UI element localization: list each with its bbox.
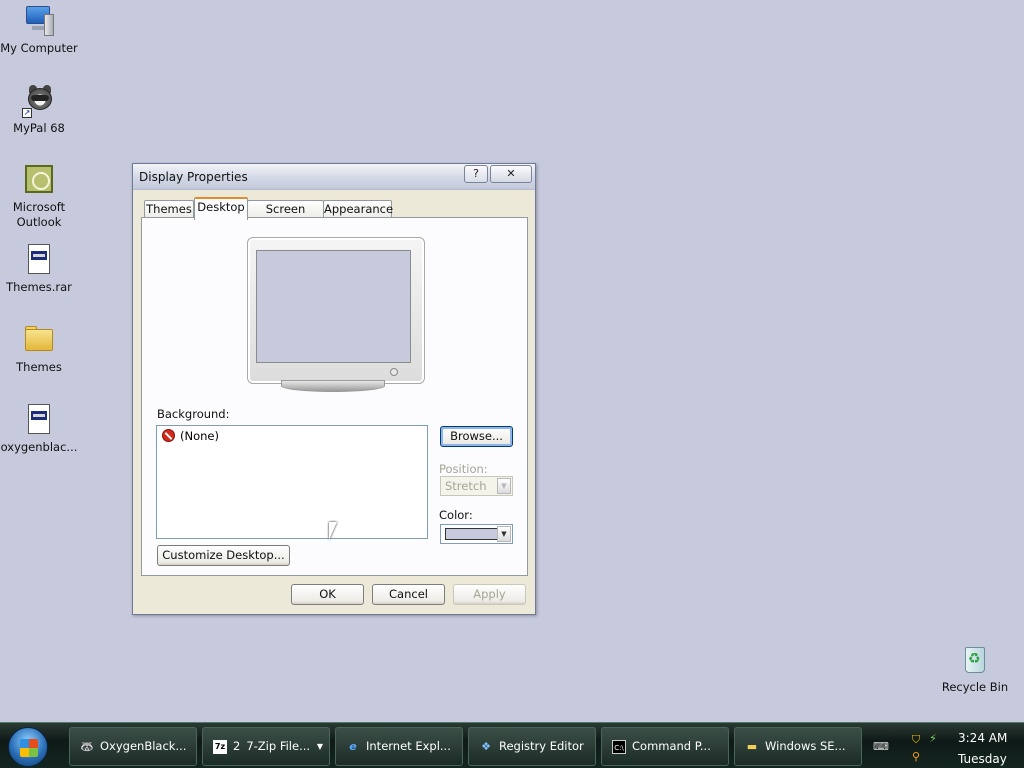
- cancel-button[interactable]: Cancel: [372, 584, 445, 605]
- monitor-preview-screen: [256, 250, 411, 363]
- tab-strip: Themes Desktop Screen Saver Appearance: [142, 197, 532, 232]
- start-button[interactable]: [8, 727, 48, 767]
- taskbar-item-registry-editor[interactable]: ❖ Registry Editor: [468, 727, 596, 766]
- desktop-icon-label: MyPal 68: [13, 121, 65, 135]
- taskbar-item-label: 7-Zip File...: [246, 739, 311, 753]
- color-swatch: [445, 528, 499, 540]
- taskbar-item-internet-explorer[interactable]: e Internet Expl...: [335, 727, 463, 766]
- taskbar: 🦝 OxygenBlack... 7z 2 7-Zip File... ▼ e Inte…: [0, 722, 1024, 768]
- keyboard-icon[interactable]: ⌨: [873, 741, 889, 753]
- desktop-icon-recycle-bin[interactable]: Recycle Bin: [935, 643, 1015, 695]
- prohibited-icon: [162, 429, 175, 442]
- apply-button[interactable]: Apply: [453, 584, 526, 605]
- customize-desktop-button[interactable]: Customize Desktop...: [157, 545, 290, 566]
- help-button[interactable]: ?: [464, 165, 488, 183]
- background-listbox[interactable]: (None): [156, 425, 428, 539]
- display-properties-dialog: Display Properties ? ✕ Themes Desktop Sc…: [132, 163, 536, 615]
- recycle-bin-icon: [958, 643, 992, 677]
- desktop-icon-label: Themes.rar: [6, 280, 72, 294]
- dialog-titlebar[interactable]: Display Properties ? ✕: [133, 164, 535, 190]
- position-label: Position:: [439, 462, 488, 476]
- ok-button[interactable]: OK: [291, 584, 364, 605]
- archive-file-icon: [22, 243, 56, 277]
- network-icon[interactable]: ⚡: [927, 733, 939, 745]
- registry-editor-icon: ❖: [481, 740, 491, 753]
- desktop-icon-mypal[interactable]: ↗ MyPal 68: [0, 84, 79, 136]
- position-select[interactable]: Stretch ▼: [440, 476, 513, 496]
- desktop-icon-label: Themes: [16, 360, 62, 374]
- position-value: Stretch: [445, 479, 487, 493]
- clock-time[interactable]: 3:24 AM: [958, 731, 1007, 745]
- chevron-down-icon: ▼: [316, 742, 323, 751]
- raccoon-browser-icon: 🦝: [80, 740, 94, 753]
- folder-icon: [22, 323, 56, 357]
- taskbar-item-label: Registry Editor: [499, 739, 584, 753]
- list-item-label: (None): [180, 429, 219, 443]
- internet-explorer-icon: e: [349, 740, 357, 753]
- desktop-icon-label: Microsoft Outlook: [12, 200, 66, 229]
- dialog-title: Display Properties: [139, 170, 248, 184]
- desktop-icon-themes-rar[interactable]: Themes.rar: [0, 243, 79, 295]
- tab-desktop[interactable]: Desktop: [194, 197, 248, 220]
- desktop-icon-label: My Computer: [0, 41, 78, 55]
- windows-logo-icon: [20, 739, 38, 757]
- desktop-icon-my-computer[interactable]: My Computer: [0, 4, 79, 56]
- monitor-preview: [247, 237, 425, 397]
- archive-file-icon: [22, 403, 56, 437]
- color-picker[interactable]: ▼: [440, 524, 513, 544]
- desktop-icon-label: oxygenblac...: [0, 440, 78, 454]
- taskbar-item-7zip[interactable]: 7z 2 7-Zip File... ▼: [202, 727, 330, 766]
- system-tray: ⌨ ⛉ ⚡ ⚲ 3:24 AM Tuesday: [862, 727, 1024, 766]
- search-icon[interactable]: ⚲: [910, 751, 922, 763]
- 7zip-icon: 7z: [213, 740, 227, 754]
- background-label: Background:: [157, 407, 230, 421]
- desktop-icon-oxygenblack[interactable]: oxygenblac...: [0, 403, 79, 455]
- browse-button[interactable]: Browse...: [440, 426, 513, 447]
- chevron-down-icon: ▼: [497, 526, 511, 542]
- outlook-icon: [22, 163, 56, 197]
- command-prompt-icon: C:\: [612, 740, 626, 754]
- taskbar-item-windows-se[interactable]: ▬ Windows SE...: [734, 727, 862, 766]
- taskbar-item-badge: 2: [233, 739, 241, 753]
- list-item-none[interactable]: (None): [162, 429, 219, 445]
- desktop-icon-label: Recycle Bin: [941, 680, 1009, 694]
- chevron-down-icon: ▼: [497, 478, 511, 494]
- computer-icon: [22, 4, 56, 38]
- taskbar-item-label: OxygenBlack...: [100, 739, 187, 753]
- taskbar-item-label: Command P...: [632, 739, 711, 753]
- raccoon-browser-icon: ↗: [22, 84, 56, 118]
- clock-day[interactable]: Tuesday: [958, 752, 1007, 766]
- taskbar-item-oxygenblack[interactable]: 🦝 OxygenBlack...: [69, 727, 197, 766]
- close-button[interactable]: ✕: [490, 165, 532, 183]
- shortcut-arrow-icon: ↗: [22, 108, 32, 118]
- mouse-cursor-icon: [329, 522, 337, 540]
- security-shield-icon[interactable]: ⛉: [910, 734, 922, 746]
- taskbar-item-command-prompt[interactable]: C:\ Command P...: [601, 727, 729, 766]
- taskbar-item-label: Windows SE...: [765, 739, 846, 753]
- color-label: Color:: [439, 508, 473, 522]
- desktop-icon-outlook[interactable]: Microsoft Outlook: [0, 163, 79, 230]
- folder-icon: ▬: [746, 740, 758, 753]
- desktop-icon-themes-folder[interactable]: Themes: [0, 323, 79, 375]
- taskbar-item-label: Internet Expl...: [366, 739, 451, 753]
